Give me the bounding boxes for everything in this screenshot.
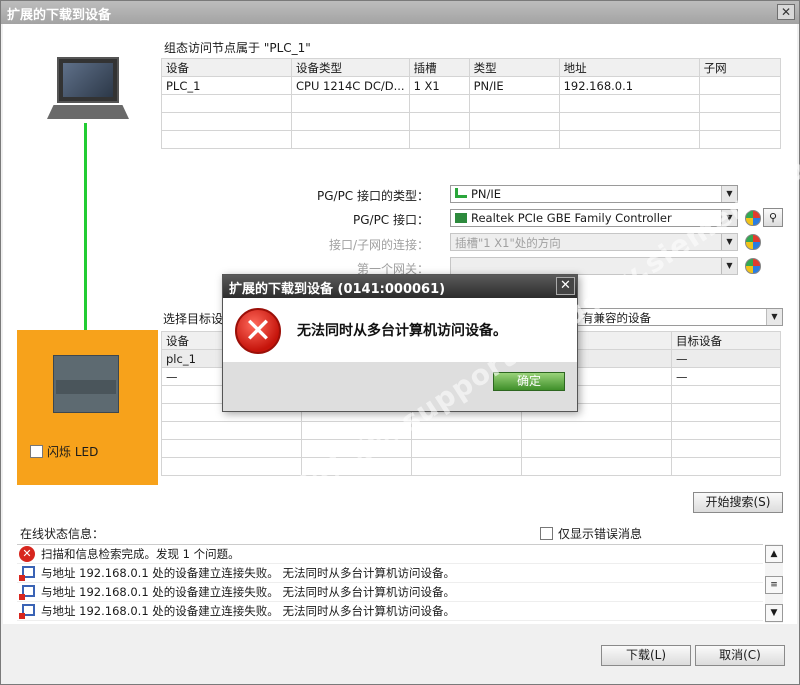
- access-node-heading: 组态访问节点属于 "PLC_1": [164, 41, 311, 55]
- pgpc-type-select[interactable]: PN/IE ▼: [450, 185, 738, 203]
- pgpc-interface-value: Realtek PCIe GBE Family Controller: [471, 211, 672, 225]
- window-title: 扩展的下载到设备: [7, 8, 112, 23]
- flash-led-label: 闪烁 LED: [47, 445, 99, 459]
- col-target-target: 目标设备: [671, 331, 781, 350]
- subnet-connection-select[interactable]: 插槽"1 X1"处的方向 ▼: [450, 233, 738, 251]
- network-error-icon: [19, 565, 35, 581]
- cell-target-target: —: [671, 349, 781, 368]
- chevron-down-icon[interactable]: ▼: [721, 258, 737, 274]
- laptop-icon: [47, 57, 129, 123]
- cell-device: PLC_1: [161, 76, 292, 95]
- subnet-connection-label: 接口/子网的连接：: [328, 238, 429, 252]
- target-filter-value: 有兼容的设备: [582, 311, 651, 325]
- cell-address: 192.168.0.1: [558, 76, 700, 95]
- network-error-icon: [19, 603, 35, 619]
- col-device-type: 设备类型: [291, 58, 410, 77]
- shield-icon[interactable]: [745, 234, 761, 250]
- list-item: ✕ 扫描和信息检索完成。发现 1 个问题。: [17, 545, 763, 564]
- error-icon: ✕: [19, 546, 35, 562]
- scroll-thumb[interactable]: ≡: [765, 576, 783, 594]
- connection-line: [84, 123, 87, 355]
- status-message: 与地址 192.168.0.1 处的设备建立连接失败。 无法同时从多台计算机访问…: [41, 604, 455, 618]
- scroll-down-icon[interactable]: ▼: [765, 604, 783, 622]
- pgpc-type-label: PG/PC 接口的类型：: [316, 189, 429, 203]
- col-subnet: 子网: [698, 58, 782, 77]
- col-type: 类型: [468, 58, 560, 77]
- load-button[interactable]: 下载(L): [601, 645, 691, 666]
- target-filter-select[interactable]: 有兼容的设备 ▼: [577, 308, 783, 326]
- status-heading: 在线状态信息：: [20, 527, 105, 541]
- col-device: 设备: [161, 58, 292, 77]
- pgpc-interface-select[interactable]: Realtek PCIe GBE Family Controller ▼: [450, 209, 738, 227]
- access-node-table: 设备 设备类型 插槽 类型 地址 子网 PLC_1 CPU 1214C DC/D…: [161, 58, 782, 149]
- window-close-button[interactable]: ✕: [777, 4, 795, 20]
- window-titlebar: 扩展的下载到设备 ✕: [1, 1, 799, 24]
- chevron-down-icon[interactable]: ▼: [766, 309, 782, 325]
- cancel-button[interactable]: 取消(C): [695, 645, 785, 666]
- table-row[interactable]: PLC_1 CPU 1214C DC/D... 1 X1 PN/IE 192.1…: [161, 76, 782, 95]
- start-search-button[interactable]: 开始搜索(S): [693, 492, 783, 513]
- status-message: 扫描和信息检索完成。发现 1 个问题。: [41, 547, 240, 561]
- error-icon: ✕: [235, 308, 281, 354]
- chevron-down-icon[interactable]: ▼: [721, 186, 737, 202]
- cell-type: PN/IE: [468, 76, 560, 95]
- shield-icon[interactable]: [745, 258, 761, 274]
- pn-ie-icon: [455, 188, 467, 198]
- chevron-down-icon[interactable]: ▼: [721, 234, 737, 250]
- network-error-icon: [19, 584, 35, 600]
- cell-target-target: —: [671, 367, 781, 386]
- network-card-icon: [455, 213, 467, 223]
- only-errors-box[interactable]: [540, 527, 553, 540]
- flash-led-box[interactable]: [30, 445, 43, 458]
- status-message: 与地址 192.168.0.1 处的设备建立连接失败。 无法同时从多台计算机访问…: [41, 585, 455, 599]
- scroll-up-icon[interactable]: ▲: [765, 545, 783, 563]
- cell-subnet: [698, 76, 782, 95]
- list-item: 与地址 192.168.0.1 处的设备建立连接失败。 无法同时从多台计算机访问…: [17, 602, 763, 621]
- target-heading: 选择目标设: [163, 312, 224, 326]
- plc-icon: [53, 355, 119, 413]
- dialog-message: 无法同时从多台计算机访问设备。: [297, 323, 507, 339]
- pgpc-interface-label: PG/PC 接口：: [352, 213, 429, 227]
- subnet-connection-value: 插槽"1 X1"处的方向: [455, 236, 561, 250]
- status-message-list: ✕ 扫描和信息检索完成。发现 1 个问题。 与地址 192.168.0.1 处的…: [17, 544, 763, 623]
- only-errors-checkbox[interactable]: 仅显示错误消息: [540, 525, 642, 542]
- status-message: 与地址 192.168.0.1 处的设备建立连接失败。 无法同时从多台计算机访问…: [41, 566, 455, 580]
- diagnose-button[interactable]: ⚲: [763, 208, 783, 227]
- shield-icon[interactable]: [745, 210, 761, 226]
- status-scrollbar[interactable]: ▲ ≡ ▼: [765, 544, 783, 623]
- dialog-body: ✕ 无法同时从多台计算机访问设备。: [223, 298, 577, 362]
- chevron-down-icon[interactable]: ▼: [721, 210, 737, 226]
- pgpc-type-value: PN/IE: [471, 187, 502, 201]
- error-dialog: 扩展的下载到设备 (0141:000061) ✕ ✕ 无法同时从多台计算机访问设…: [222, 274, 578, 412]
- only-errors-label: 仅显示错误消息: [558, 527, 643, 541]
- cell-device-type: CPU 1214C DC/D...: [291, 76, 410, 95]
- dialog-title: 扩展的下载到设备 (0141:000061): [223, 275, 577, 298]
- dialog-close-button[interactable]: ✕: [556, 277, 575, 295]
- cell-slot: 1 X1: [408, 76, 470, 95]
- list-item: 与地址 192.168.0.1 处的设备建立连接失败。 无法同时从多台计算机访问…: [17, 564, 763, 583]
- col-address: 地址: [558, 58, 700, 77]
- list-item: 与地址 192.168.0.1 处的设备建立连接失败。 无法同时从多台计算机访问…: [17, 583, 763, 602]
- col-slot: 插槽: [408, 58, 470, 77]
- ok-button[interactable]: 确定: [493, 372, 565, 391]
- flash-led-checkbox[interactable]: 闪烁 LED: [30, 443, 98, 460]
- gateway-select[interactable]: ▼: [450, 257, 738, 275]
